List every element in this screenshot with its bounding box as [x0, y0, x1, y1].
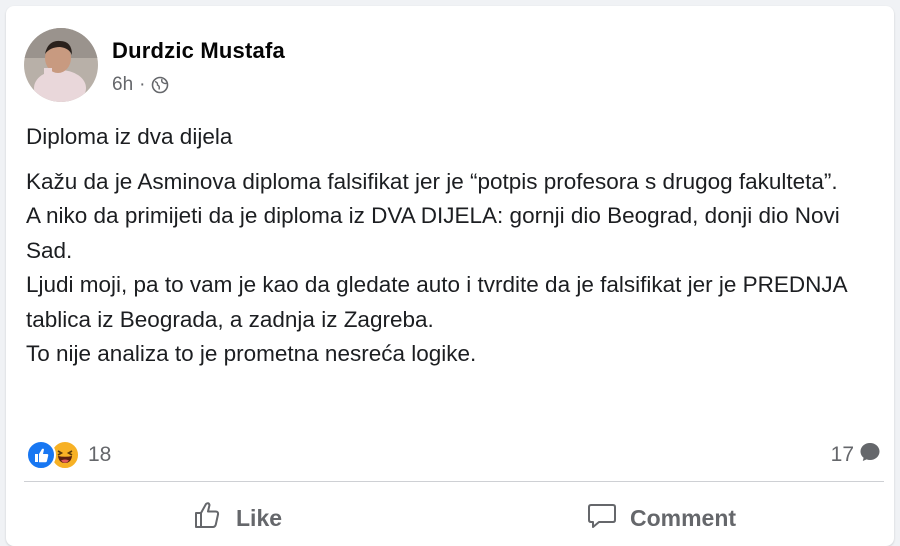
reactions-summary[interactable]: 18: [26, 438, 111, 472]
post-time[interactable]: 6h: [112, 74, 133, 96]
post-body: Kažu da je Asminova diploma falsifikat j…: [26, 165, 886, 372]
avatar[interactable]: [24, 28, 98, 102]
comments-count: 17: [830, 443, 854, 466]
like-label: Like: [236, 504, 283, 531]
post-title: Diploma iz dva dijela: [26, 124, 233, 149]
post-paragraph: Ljudi moji, pa to vam je kao da gledate …: [26, 272, 847, 332]
author-name[interactable]: Durdzic Mustafa: [112, 38, 285, 64]
comment-icon: [586, 499, 618, 537]
post-content: Diploma iz dva dijela Kažu da je Asminov…: [26, 120, 886, 372]
globe-icon: [151, 76, 169, 94]
meta-separator: ·: [139, 74, 146, 95]
post-meta: 6h ·: [112, 74, 169, 96]
comment-label: Comment: [630, 504, 737, 531]
thumbs-up-icon: [192, 499, 224, 537]
post-paragraph: To nije analiza to je prometna nesreća l…: [26, 341, 477, 366]
divider: [24, 481, 884, 482]
comment-button[interactable]: Comment: [586, 496, 736, 540]
reactions-count: 18: [88, 443, 112, 466]
post-paragraph: Kažu da je Asminova diploma falsifikat j…: [26, 168, 838, 194]
comment-bubble-icon: [858, 440, 882, 470]
post-card: Durdzic Mustafa 6h · Diploma iz dva dije…: [6, 6, 894, 546]
like-icon: [26, 440, 56, 470]
post-paragraph: A niko da primijeti da je diploma iz DVA…: [26, 203, 840, 263]
like-button[interactable]: Like: [192, 496, 282, 540]
comments-count-link[interactable]: 17: [831, 438, 882, 472]
